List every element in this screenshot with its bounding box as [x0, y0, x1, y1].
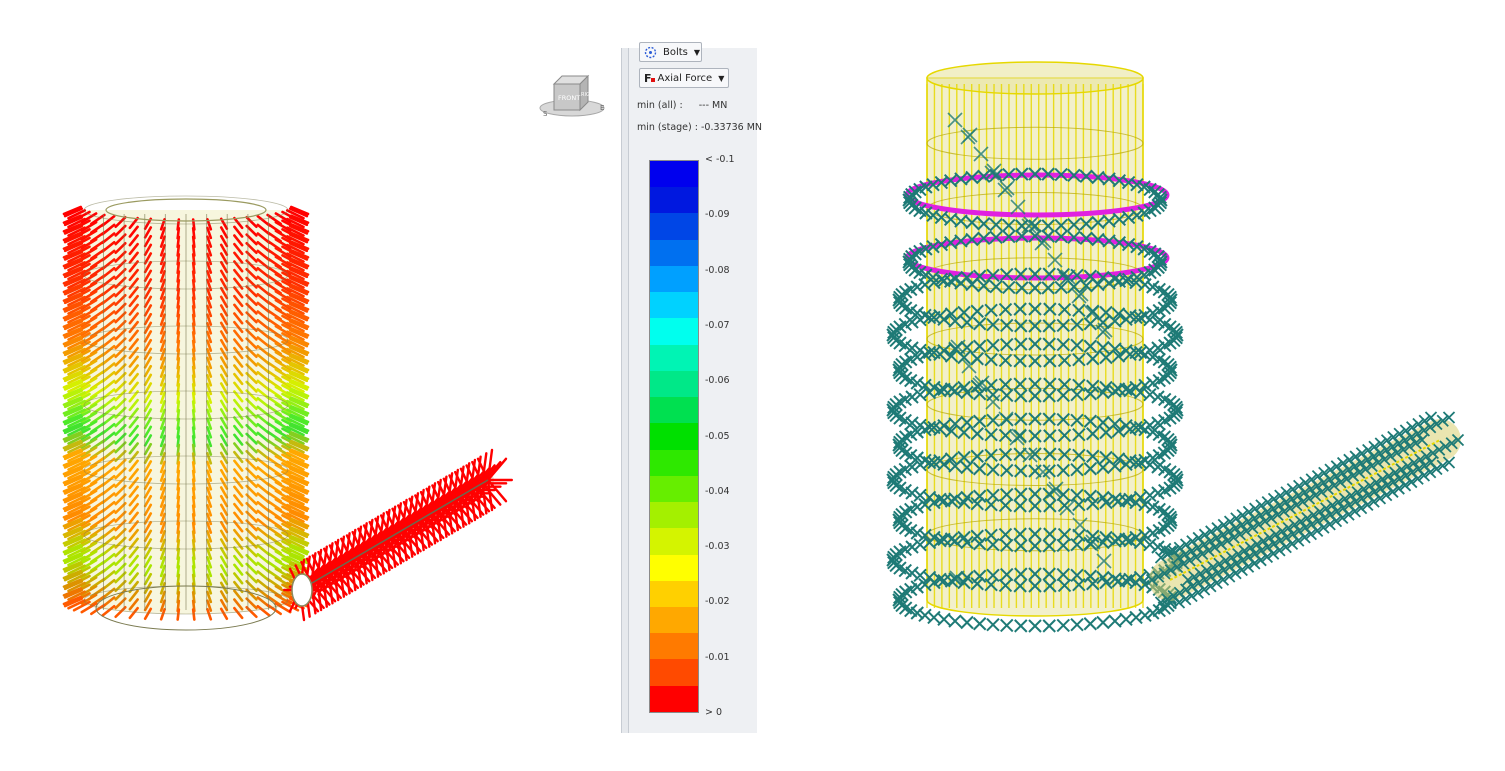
legend-swatch: [650, 318, 698, 345]
legend-swatch: [650, 292, 698, 319]
viewport-left-axial-force[interactable]: [0, 0, 620, 771]
legend-tick-label: -0.07: [705, 319, 730, 331]
bolts-icon: [644, 46, 657, 59]
legend-tick-label: -0.06: [705, 375, 730, 387]
bolt-cross: [1042, 619, 1056, 633]
right-model-canvas[interactable]: [860, 0, 1505, 771]
bolt-cross: [1096, 615, 1110, 630]
bolt-cross: [1070, 618, 1084, 632]
legend-swatch: [650, 187, 698, 214]
bolt-cross: [948, 614, 962, 628]
legend-swatch: [650, 606, 698, 634]
bolt-stroke: [176, 608, 181, 621]
quantity-label: Axial Force: [657, 72, 713, 84]
legend-swatch: [650, 370, 698, 398]
bolt-cross: [986, 618, 1000, 632]
axial-force-icon: F: [644, 72, 655, 85]
legend-swatch: [650, 633, 698, 660]
shaft-top-cap: [926, 61, 1144, 95]
tunnel-axis: [299, 479, 489, 591]
view-cube-south-label: S: [543, 110, 548, 118]
tunnel-portal: [291, 573, 313, 607]
legend-swatch: [650, 265, 698, 293]
legend-tick-label: < -0.1: [705, 154, 735, 165]
tunnel-model: [1145, 411, 1465, 609]
min-stage-readout: min (stage) : -0.33736 MN: [637, 122, 762, 133]
bolt-cross: [1083, 617, 1098, 631]
legend-tick-label: -0.03: [705, 541, 730, 553]
legend-swatch: [650, 239, 698, 266]
legend-swatch: [650, 161, 698, 188]
bolt-cross: [1014, 619, 1028, 633]
bolt-cross: [1056, 618, 1070, 633]
left-model: [62, 195, 310, 631]
panel-splitter[interactable]: [622, 48, 629, 733]
legend-tick-label: -0.02: [705, 596, 730, 608]
bolt-cross: [972, 617, 987, 631]
chevron-down-icon: ▼: [718, 73, 725, 83]
bolt-cross: [1028, 619, 1042, 633]
legend-swatch: [650, 528, 698, 555]
chevron-down-icon: ▼: [693, 47, 701, 57]
quantity-dropdown[interactable]: F Axial Force ▼: [639, 68, 729, 88]
min-all-value: --- MN: [698, 100, 728, 111]
legend-swatch: [650, 449, 698, 476]
tunnel-model: [283, 448, 513, 622]
left-model-canvas[interactable]: [0, 0, 620, 771]
legend-swatch: [650, 659, 698, 686]
legend-tick-label: -0.01: [705, 651, 730, 663]
legend-swatch: [650, 213, 698, 240]
view-cube[interactable]: FRONT RIGHT S E: [532, 70, 612, 122]
legend-swatch: [650, 423, 698, 450]
legend-tick-label: -0.09: [705, 209, 730, 221]
viewport-right-model[interactable]: [860, 0, 1505, 771]
view-cube-right-label: RIGHT: [581, 92, 598, 98]
min-all-label: min (all) :: [637, 100, 683, 111]
bolt-cross: [1119, 612, 1133, 627]
bolt-cross: [960, 615, 974, 630]
view-cube-east-label: E: [600, 104, 604, 112]
right-model: [886, 61, 1184, 633]
legend-swatch: [650, 475, 698, 503]
color-legend: [649, 160, 699, 713]
bolt-cross: [1108, 614, 1122, 628]
legend-tick-label: -0.04: [705, 485, 730, 497]
legend-swatch: [650, 344, 698, 371]
legend-swatch: [650, 502, 698, 529]
result-set-label: Bolts: [663, 46, 688, 58]
bolt-cross: [927, 610, 941, 625]
bolt-cross: [1000, 618, 1014, 633]
view-cube-icon[interactable]: FRONT RIGHT S E: [532, 70, 612, 122]
legend-swatch: [650, 685, 698, 712]
legend-tick-label: -0.08: [705, 264, 730, 276]
min-stage-label: min (stage) :: [637, 122, 698, 133]
legend-swatch: [650, 397, 698, 424]
legend-swatch: [650, 554, 698, 581]
min-all-readout: min (all) : --- MN: [637, 100, 727, 111]
legend-swatch: [650, 580, 698, 607]
legend-tick-label: -0.05: [705, 430, 730, 442]
bolt-stroke: [191, 608, 196, 621]
result-set-dropdown[interactable]: Bolts ▼: [639, 42, 702, 62]
results-panel: Bolts ▼ F Axial Force ▼ min (all) : --- …: [621, 42, 762, 733]
view-cube-front-label: FRONT: [558, 94, 580, 102]
min-stage-value: -0.33736 MN: [700, 122, 763, 133]
legend-tick-label: > 0: [705, 707, 723, 718]
